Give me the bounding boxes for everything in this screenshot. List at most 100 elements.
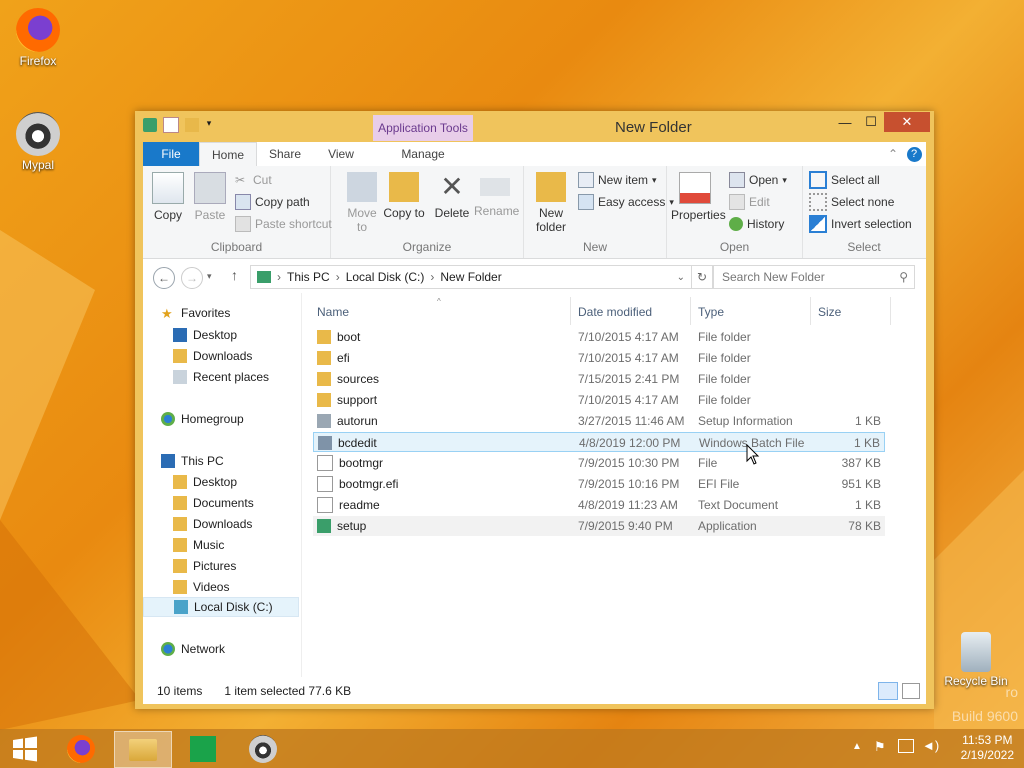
table-row[interactable]: boot 7/10/2015 4:17 AM File folder	[313, 327, 885, 347]
up-arrow-icon[interactable]: ↑	[231, 267, 238, 283]
taskbar-mypal[interactable]	[238, 731, 288, 766]
breadcrumb-new-folder[interactable]: New Folder	[440, 270, 501, 284]
rename-button[interactable]: Rename	[474, 170, 519, 218]
desktop-icon-recycle-bin[interactable]: Recycle Bin	[944, 632, 1008, 688]
nav-fav-downloads[interactable]: Downloads	[173, 346, 252, 366]
help-icon[interactable]: ?	[905, 142, 923, 166]
file-type: File folder	[698, 351, 751, 365]
tab-manage[interactable]: Manage	[375, 142, 471, 166]
forward-button[interactable]: →	[181, 267, 203, 289]
nav-recent-places[interactable]: Recent places	[173, 367, 269, 387]
minimize-button[interactable]: —	[832, 112, 858, 132]
tab-share[interactable]: Share	[257, 142, 313, 166]
desktop-icon-label: Recycle Bin	[944, 674, 1008, 688]
address-bar[interactable]: › This PC › Local Disk (C:) › New Folder…	[250, 265, 692, 289]
large-icons-view-icon[interactable]	[902, 682, 920, 699]
table-row[interactable]: readme 4/8/2019 11:23 AM Text Document 1 KB	[313, 495, 885, 515]
column-separator[interactable]	[690, 297, 691, 325]
table-row[interactable]: support 7/10/2015 4:17 AM File folder	[313, 390, 885, 410]
nav-local-disk[interactable]: Local Disk (C:)	[143, 597, 299, 617]
column-name[interactable]: Name	[317, 301, 349, 323]
select-none-button[interactable]: Select none	[809, 192, 894, 212]
edit-button[interactable]: Edit	[729, 192, 770, 212]
collapse-ribbon-icon[interactable]: ⌃	[883, 142, 903, 166]
watermark-line1: ro	[1005, 684, 1018, 700]
column-separator[interactable]	[810, 297, 811, 325]
nav-pc-music[interactable]: Music	[173, 535, 224, 555]
copy-path-button[interactable]: Copy path	[235, 192, 310, 212]
search-input[interactable]: Search New Folder	[722, 270, 825, 284]
table-row[interactable]: sources 7/15/2015 2:41 PM File folder	[313, 369, 885, 389]
copy-button[interactable]: ​ Copy	[147, 170, 189, 222]
table-row[interactable]: efi 7/10/2015 4:17 AM File folder	[313, 348, 885, 368]
tab-home[interactable]: Home	[199, 142, 257, 167]
close-button[interactable]: ✕	[884, 112, 930, 132]
desktop-icon-mypal[interactable]: Mypal	[8, 112, 68, 172]
search-box[interactable]: Search New Folder ⚲	[713, 265, 915, 289]
breadcrumb-local-disk[interactable]: Local Disk (C:)	[346, 270, 425, 284]
nav-pc-desktop[interactable]: Desktop	[173, 472, 237, 492]
nav-pc-downloads[interactable]: Downloads	[173, 514, 252, 534]
recent-locations-icon[interactable]: ▾	[207, 271, 212, 282]
table-row[interactable]: bootmgr 7/9/2015 10:30 PM File 387 KB	[313, 453, 885, 473]
paste-button[interactable]: Paste	[189, 170, 231, 222]
nav-this-pc[interactable]: This PC	[161, 451, 224, 471]
nav-label: Videos	[193, 580, 230, 594]
column-type[interactable]: Type	[698, 301, 724, 323]
nav-network[interactable]: Network	[161, 639, 225, 659]
table-row[interactable]: bootmgr.efi 7/9/2015 10:16 PM EFI File 951 …	[313, 474, 885, 494]
properties-qat-icon[interactable]	[163, 117, 179, 133]
history-button[interactable]: History	[729, 214, 784, 234]
new-folder-button[interactable]: New folder	[530, 170, 572, 234]
taskbar-firefox[interactable]	[56, 731, 106, 766]
refresh-icon[interactable]: ↻	[691, 265, 713, 289]
back-button[interactable]: ←	[153, 267, 175, 289]
nav-pc-pictures[interactable]: Pictures	[173, 556, 236, 576]
properties-button[interactable]: Properties	[671, 170, 726, 222]
breadcrumb-this-pc[interactable]: This PC	[287, 270, 330, 284]
column-size[interactable]: Size	[818, 301, 841, 323]
paste-label: Paste	[194, 208, 226, 222]
action-center-flag-icon[interactable]: ⚑	[874, 739, 886, 755]
column-separator[interactable]	[890, 297, 891, 325]
new-item-button[interactable]: New item ▾	[578, 170, 657, 190]
details-view-icon[interactable]	[878, 681, 898, 700]
taskbar-store[interactable]	[178, 731, 228, 766]
qat-dropdown-icon[interactable]: ▾	[205, 118, 213, 132]
network-tray-icon[interactable]	[898, 739, 914, 753]
tab-view[interactable]: View	[313, 142, 369, 166]
move-to-button[interactable]: Move to	[341, 170, 383, 234]
paste-shortcut-icon	[235, 216, 251, 232]
copy-to-button[interactable]: Copy to	[383, 170, 425, 220]
paste-shortcut-button[interactable]: Paste shortcut	[235, 214, 332, 234]
nav-pc-videos[interactable]: Videos	[173, 577, 229, 597]
nav-pc-documents[interactable]: Documents	[173, 493, 254, 513]
properties-label: Properties	[671, 208, 726, 222]
file-date: 7/10/2015 4:17 AM	[578, 393, 679, 407]
title-bar[interactable]: ▾ Application Tools New Folder — ☐ ✕	[135, 111, 934, 141]
clock[interactable]: 11:53 PM 2/19/2022	[961, 733, 1014, 763]
easy-access-button[interactable]: Easy access ▾	[578, 192, 674, 212]
column-date-modified[interactable]: Date modified	[578, 301, 652, 323]
nav-homegroup[interactable]: Homegroup	[161, 409, 244, 429]
select-all-button[interactable]: Select all	[809, 170, 880, 190]
column-separator[interactable]	[570, 297, 571, 325]
tab-file[interactable]: File	[143, 142, 199, 166]
delete-button[interactable]: ✕ Delete	[431, 170, 473, 221]
invert-selection-button[interactable]: Invert selection	[809, 214, 912, 234]
table-row[interactable]: autorun 3/27/2015 11:46 AM Setup Informati…	[313, 411, 885, 431]
open-button[interactable]: Open ▾	[729, 170, 787, 190]
desktop-icon-firefox[interactable]: Firefox	[8, 8, 68, 68]
address-dropdown-icon[interactable]: ⌄	[677, 272, 685, 283]
start-button[interactable]	[0, 731, 50, 766]
cut-button[interactable]: ✂ Cut	[235, 170, 272, 190]
table-row[interactable]: setup 7/9/2015 9:40 PM Application 78 KB	[313, 516, 885, 536]
new-folder-qat-icon[interactable]	[185, 118, 199, 132]
maximize-button[interactable]: ☐	[858, 112, 884, 132]
taskbar-file-explorer[interactable]	[114, 731, 172, 768]
nav-favorites[interactable]: ★ Favorites	[161, 303, 230, 323]
table-row[interactable]: bcdedit 4/8/2019 12:00 PM Windows Batch Fi…	[313, 432, 885, 452]
nav-fav-desktop[interactable]: Desktop	[173, 325, 237, 345]
volume-icon[interactable]: ◄)	[922, 738, 939, 753]
show-hidden-icons[interactable]: ▲	[852, 741, 862, 752]
